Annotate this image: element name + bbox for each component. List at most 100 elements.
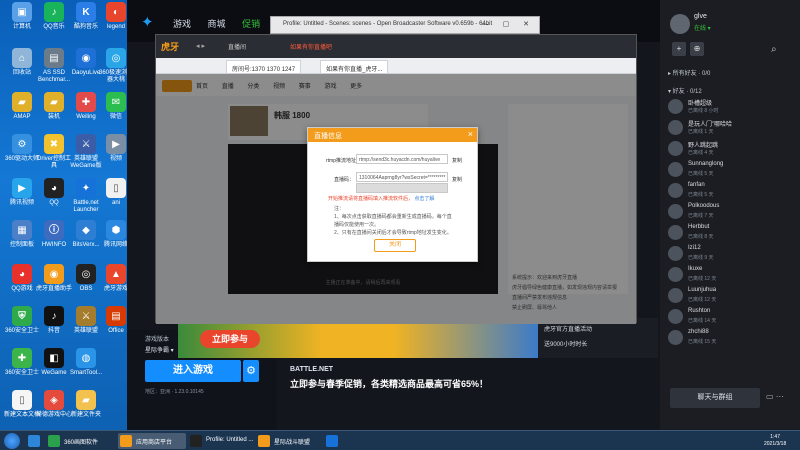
list-item[interactable]: 是玩人门”哪哈哈 已离线 1 天 bbox=[668, 119, 796, 138]
avatar bbox=[668, 330, 683, 345]
desktop-icon[interactable]: ⌂ 回收站 bbox=[4, 48, 40, 77]
list-item[interactable]: fanfan 已离线 5 天 bbox=[668, 182, 796, 201]
close-button[interactable]: 关闭 bbox=[374, 239, 416, 252]
list-item[interactable]: zhchi88 已离线 15 天 bbox=[668, 329, 796, 348]
desktop-icon[interactable]: ✖ Driver控制工具 bbox=[36, 134, 72, 170]
friend-name: zhchi88 bbox=[688, 329, 709, 335]
promo-side[interactable]: 虎牙官方直播活动 送9000小时时长 bbox=[538, 318, 658, 358]
desktop-icon[interactable]: ▯ 新建文本文档 bbox=[4, 390, 40, 419]
friend-name: Polkoodous bbox=[688, 203, 720, 209]
taskbar-item[interactable] bbox=[26, 433, 46, 449]
promo-join-button[interactable]: 立即参与 bbox=[200, 330, 260, 348]
browser-nav-arrows-icon[interactable]: ◂ ▸ bbox=[196, 42, 205, 50]
taskbar-item[interactable]: 360画图软件 bbox=[46, 433, 114, 449]
tray-clock[interactable]: 1:47 2021/3/18 bbox=[764, 434, 786, 448]
game-version-select[interactable]: 星际争霸 ▾ bbox=[145, 345, 174, 354]
browser-rooms-link[interactable]: 直播间 bbox=[228, 42, 246, 51]
desktop-icon[interactable]: ▤ AS SSD Benchmar... bbox=[36, 48, 72, 84]
window-controls[interactable]: — ▢ ✕ bbox=[482, 20, 535, 28]
tab-huya[interactable]: 如果有你直播_虎牙... bbox=[320, 60, 389, 73]
app-icon: ▰ bbox=[44, 92, 64, 112]
friend-status: 已离线 8 天 bbox=[688, 234, 714, 240]
app-icon: ▤ bbox=[106, 306, 126, 326]
desktop-icon-label: QQ音乐 bbox=[43, 24, 65, 30]
play-button[interactable]: 进入游戏 bbox=[145, 360, 241, 382]
copy-key-button[interactable]: 复制 bbox=[452, 176, 462, 183]
desktop-icon[interactable]: ▦ 控制面板 bbox=[4, 220, 40, 249]
desktop-icon[interactable]: ✚ 360安全卫士 bbox=[4, 348, 40, 377]
username[interactable]: glve bbox=[694, 13, 707, 20]
friend-status: 已离线 9 天 bbox=[688, 255, 714, 261]
app-icon: ◈ bbox=[44, 390, 64, 410]
taskbar-item[interactable]: 应用商店平台 bbox=[118, 433, 186, 449]
list-item[interactable]: Luunjuhua 已离线 12 天 bbox=[668, 287, 796, 306]
app-icon: ▣ bbox=[12, 2, 32, 22]
desktop-icon[interactable]: ◈ 赫德游戏中心 bbox=[36, 390, 72, 419]
desktop-icon[interactable]: ⓘ HWINFO bbox=[36, 220, 72, 249]
battlenet-news-text[interactable]: 立即参与春季促销，各类精选商品最高可省65%！ bbox=[290, 378, 490, 390]
desktop-icon[interactable]: ◕ QQ bbox=[36, 178, 72, 207]
list-item[interactable]: Herbbut 已离线 8 天 bbox=[668, 224, 796, 243]
taskbar-item[interactable]: Profile: Untitled ... bbox=[188, 433, 254, 449]
app-icon: ▶ bbox=[106, 134, 126, 154]
user-status[interactable]: 在线 ▾ bbox=[694, 23, 711, 32]
add-friend-icon[interactable]: + bbox=[672, 42, 686, 56]
desktop-icon[interactable]: ◉ 虎牙直播助手 bbox=[36, 264, 72, 293]
nav-sales[interactable]: 促销 bbox=[242, 19, 260, 29]
desktop-icon[interactable]: ◕ QQ游戏 bbox=[4, 264, 40, 293]
list-item[interactable]: 卧槽超级 已离线 8 小时 bbox=[668, 98, 796, 117]
gear-icon[interactable]: ⚙ bbox=[243, 360, 259, 382]
chat-groups-button[interactable]: 聊天与群组 bbox=[670, 388, 760, 408]
app-icon: ◆ bbox=[76, 220, 96, 240]
desktop-icon[interactable]: ▰ 新建文件夹 bbox=[68, 390, 104, 419]
taskbar-item[interactable] bbox=[324, 433, 344, 449]
obs-window[interactable]: Profile: Untitled - Scenes: scenes - Ope… bbox=[270, 16, 540, 34]
copy-rtmp-button[interactable]: 复制 bbox=[452, 157, 462, 164]
desktop-icon[interactable]: ♪ QQ音乐 bbox=[36, 2, 72, 31]
desktop-icon-label: 控制面板 bbox=[9, 242, 34, 248]
desktop-icon[interactable]: ▰ AMAP bbox=[4, 92, 40, 121]
add-group-icon[interactable]: ⊕ bbox=[690, 42, 704, 56]
battlenet-logo-icon[interactable]: ✦ bbox=[141, 13, 154, 31]
desktop-icon-label: Driver控制工具 bbox=[37, 156, 71, 169]
list-item[interactable]: Polkoodous 已离线 7 天 bbox=[668, 203, 796, 222]
browser-tabs: 房间号:1370 1370 1247 如果有你直播_虎牙... bbox=[156, 58, 636, 74]
list-item[interactable]: Ikuxe 已离线 12 天 bbox=[668, 266, 796, 285]
dialog-header: 直播信息 × bbox=[308, 128, 477, 142]
list-item[interactable]: 野人跳起跳 已离线 4 天 bbox=[668, 140, 796, 159]
taskbar-item-label: 星际战斗联盟 bbox=[274, 440, 311, 446]
desktop-icon[interactable]: ▣ 计算机 bbox=[4, 2, 40, 31]
avatar bbox=[668, 141, 683, 156]
taskbar-app-icon bbox=[48, 435, 60, 447]
desktop-icon[interactable]: ⛨ 360安全卫士 bbox=[4, 306, 40, 335]
start-button[interactable] bbox=[4, 433, 20, 449]
stream-key-field[interactable]: 1310064Aaprng8yr?wsSecret=********* bbox=[356, 172, 448, 182]
avatar[interactable] bbox=[670, 14, 690, 34]
desktop-icon[interactable]: ⚙ 360驱动大师 bbox=[4, 134, 40, 163]
learn-more-link[interactable]: 点击了解 bbox=[414, 196, 434, 202]
friend-status: 已离线 7 天 bbox=[688, 213, 714, 219]
desktop-icon-label: 360驱动大师 bbox=[4, 156, 39, 162]
desktop-icon[interactable]: ▶ 腾讯视频 bbox=[4, 178, 40, 207]
app-icon: ⌂ bbox=[12, 48, 32, 68]
desktop-icon[interactable]: ◍ SmartTool... bbox=[68, 348, 104, 377]
rtmp-url-field[interactable]: rtmp://send3c.huyacdn.com/huyalive bbox=[356, 154, 448, 164]
list-item[interactable]: Rushton 已离线 14 天 bbox=[668, 308, 796, 327]
list-item[interactable]: Izi12 已离线 9 天 bbox=[668, 245, 796, 264]
nav-games[interactable]: 游戏 bbox=[173, 19, 191, 29]
search-icon[interactable]: ⌕ bbox=[771, 44, 777, 55]
desktop-icon[interactable]: ♪ 抖音 bbox=[36, 306, 72, 335]
nav-shop[interactable]: 商城 bbox=[208, 19, 226, 29]
friend-name: 野人跳起跳 bbox=[688, 143, 719, 149]
game-version-label: 游戏版本 bbox=[145, 337, 170, 343]
desktop-icon-label: QQ bbox=[49, 200, 59, 206]
group-friends[interactable]: ▾ 好友 · 0/12 bbox=[668, 86, 702, 95]
chat-options-icon[interactable]: ▭ ⋯ bbox=[766, 392, 784, 401]
desktop-icon[interactable]: ▰ 装机 bbox=[36, 92, 72, 121]
close-icon[interactable]: × bbox=[468, 129, 473, 139]
list-item[interactable]: Sunnanglong 已离线 5 天 bbox=[668, 161, 796, 180]
desktop-icon[interactable]: ◧ WeGame bbox=[36, 348, 72, 377]
tab-room[interactable]: 房间号:1370 1370 1247 bbox=[226, 60, 302, 73]
group-all-friends[interactable]: ▸ 所有好友 · 0/0 bbox=[668, 68, 710, 77]
taskbar-item[interactable]: 星际战斗联盟 bbox=[256, 433, 322, 449]
